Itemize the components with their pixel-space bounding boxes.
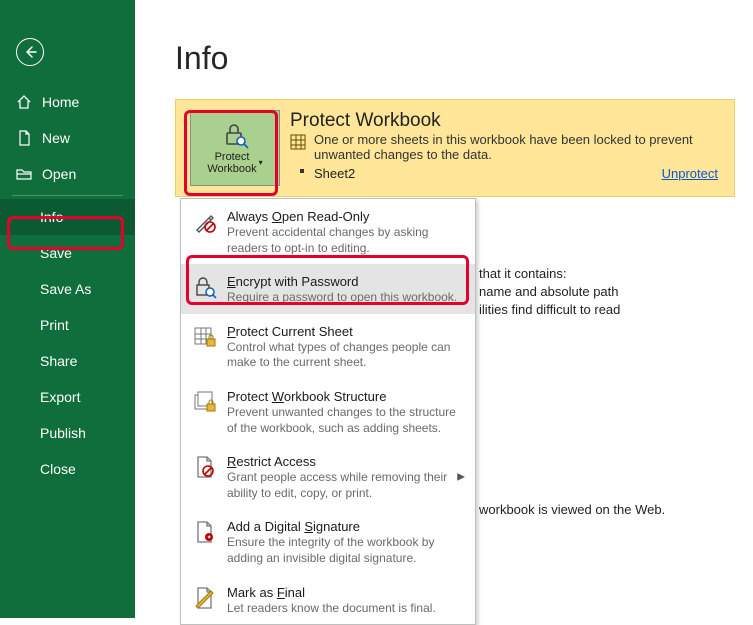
- sidebar-item-label: Export: [40, 389, 80, 405]
- protect-title: Protect Workbook: [290, 110, 718, 132]
- sidebar-item-save[interactable]: Save: [0, 235, 135, 271]
- bg-text: name and absolute path: [479, 284, 619, 299]
- sidebar-item-label: Save: [40, 245, 72, 261]
- menu-item-title: Restrict Access: [227, 454, 463, 469]
- final-icon: [193, 585, 217, 617]
- sheet-icon: [290, 134, 306, 150]
- menu-item-desc: Ensure the integrity of the workbook by …: [227, 535, 463, 566]
- sidebar-item-info[interactable]: Info: [0, 199, 135, 235]
- sidebar-item-label: Info: [40, 209, 63, 225]
- menu-item-title: Protect Workbook Structure: [227, 389, 463, 404]
- lock-search-icon: [193, 274, 217, 306]
- menu-item-title: Encrypt with Password: [227, 274, 463, 289]
- menu-item-desc: Require a password to open this workbook…: [227, 290, 463, 306]
- sidebar-list: Home New Open Info Save Save As Print Sh…: [0, 84, 135, 487]
- menu-item-title: Add a Digital Signature: [227, 519, 463, 534]
- menu-item-protect-current-sheet[interactable]: Protect Current Sheet Control what types…: [181, 314, 475, 379]
- sidebar-item-label: Home: [42, 94, 79, 110]
- unprotect-link[interactable]: Unprotect: [662, 166, 718, 181]
- menu-item-title: Protect Current Sheet: [227, 324, 463, 339]
- lock-search-icon: [221, 121, 249, 149]
- readonly-icon: [193, 209, 217, 256]
- arrow-left-icon: [23, 45, 37, 59]
- signature-icon: [193, 519, 217, 566]
- open-icon: [16, 166, 32, 182]
- menu-item-title: Always Open Read-Only: [227, 209, 463, 224]
- sidebar-divider: [12, 195, 123, 196]
- protect-workbook-menu: Always Open Read-Only Prevent accidental…: [180, 198, 476, 625]
- menu-item-restrict-access[interactable]: Restrict Access Grant people access whil…: [181, 444, 475, 509]
- bg-text: ilities find difficult to read: [479, 302, 620, 317]
- sidebar-item-publish[interactable]: Publish: [0, 415, 135, 451]
- menu-item-mark-as-final[interactable]: Mark as Final Let readers know the docum…: [181, 575, 475, 625]
- protect-workbook-panel: Protect Workbook ▾ Protect Workbook One …: [175, 99, 735, 197]
- sidebar-item-label: Print: [40, 317, 69, 333]
- menu-item-title: Mark as Final: [227, 585, 463, 600]
- new-icon: [16, 130, 32, 146]
- sidebar-item-label: New: [42, 130, 70, 146]
- sidebar-item-label: Publish: [40, 425, 86, 441]
- back-button[interactable]: [16, 38, 44, 66]
- sidebar-item-share[interactable]: Share: [0, 343, 135, 379]
- protect-workbook-button[interactable]: Protect Workbook ▾: [190, 110, 280, 186]
- menu-item-desc: Prevent unwanted changes to the structur…: [227, 405, 463, 436]
- backstage-sidebar: Home New Open Info Save Save As Print Sh…: [0, 0, 135, 618]
- menu-item-encrypt-with-password[interactable]: Encrypt with Password Require a password…: [181, 264, 475, 314]
- chevron-right-icon: ▶: [457, 471, 465, 482]
- sidebar-item-label: Close: [40, 461, 76, 477]
- sidebar-item-open[interactable]: Open: [0, 156, 135, 192]
- bg-text: workbook is viewed on the Web.: [479, 502, 665, 517]
- sidebar-item-close[interactable]: Close: [0, 451, 135, 487]
- menu-item-protect-workbook-structure[interactable]: Protect Workbook Structure Prevent unwan…: [181, 379, 475, 444]
- protect-description: One or more sheets in this workbook have…: [290, 132, 718, 162]
- menu-item-desc: Prevent accidental changes by asking rea…: [227, 225, 463, 256]
- protect-info: Protect Workbook One or more sheets in t…: [290, 108, 726, 188]
- button-label-line: Workbook: [207, 163, 256, 175]
- workbook-lock-icon: [193, 389, 217, 436]
- menu-item-always-open-read-only[interactable]: Always Open Read-Only Prevent accidental…: [181, 199, 475, 264]
- sheet-lock-icon: [193, 324, 217, 371]
- restrict-icon: [193, 454, 217, 501]
- sidebar-item-print[interactable]: Print: [0, 307, 135, 343]
- chevron-down-icon: ▾: [259, 159, 263, 168]
- protect-desc-text: One or more sheets in this workbook have…: [314, 132, 693, 162]
- menu-item-desc: Grant people access while removing their…: [227, 470, 463, 501]
- sidebar-item-home[interactable]: Home: [0, 84, 135, 120]
- sidebar-item-label: Share: [40, 353, 77, 369]
- menu-item-add-digital-signature[interactable]: Add a Digital Signature Ensure the integ…: [181, 509, 475, 574]
- menu-item-desc: Let readers know the document is final.: [227, 601, 463, 617]
- bg-text: that it contains:: [479, 266, 566, 281]
- sidebar-item-new[interactable]: New: [0, 120, 135, 156]
- sidebar-item-export[interactable]: Export: [0, 379, 135, 415]
- protected-sheet-name: Sheet2: [314, 166, 355, 181]
- menu-item-desc: Control what types of changes people can…: [227, 340, 463, 371]
- sidebar-item-save-as[interactable]: Save As: [0, 271, 135, 307]
- page-title: Info: [175, 40, 753, 77]
- button-label-line: Protect: [215, 151, 250, 163]
- sidebar-item-label: Save As: [40, 281, 91, 297]
- bullet: [300, 169, 304, 173]
- sidebar-item-label: Open: [42, 166, 76, 182]
- home-icon: [16, 94, 32, 110]
